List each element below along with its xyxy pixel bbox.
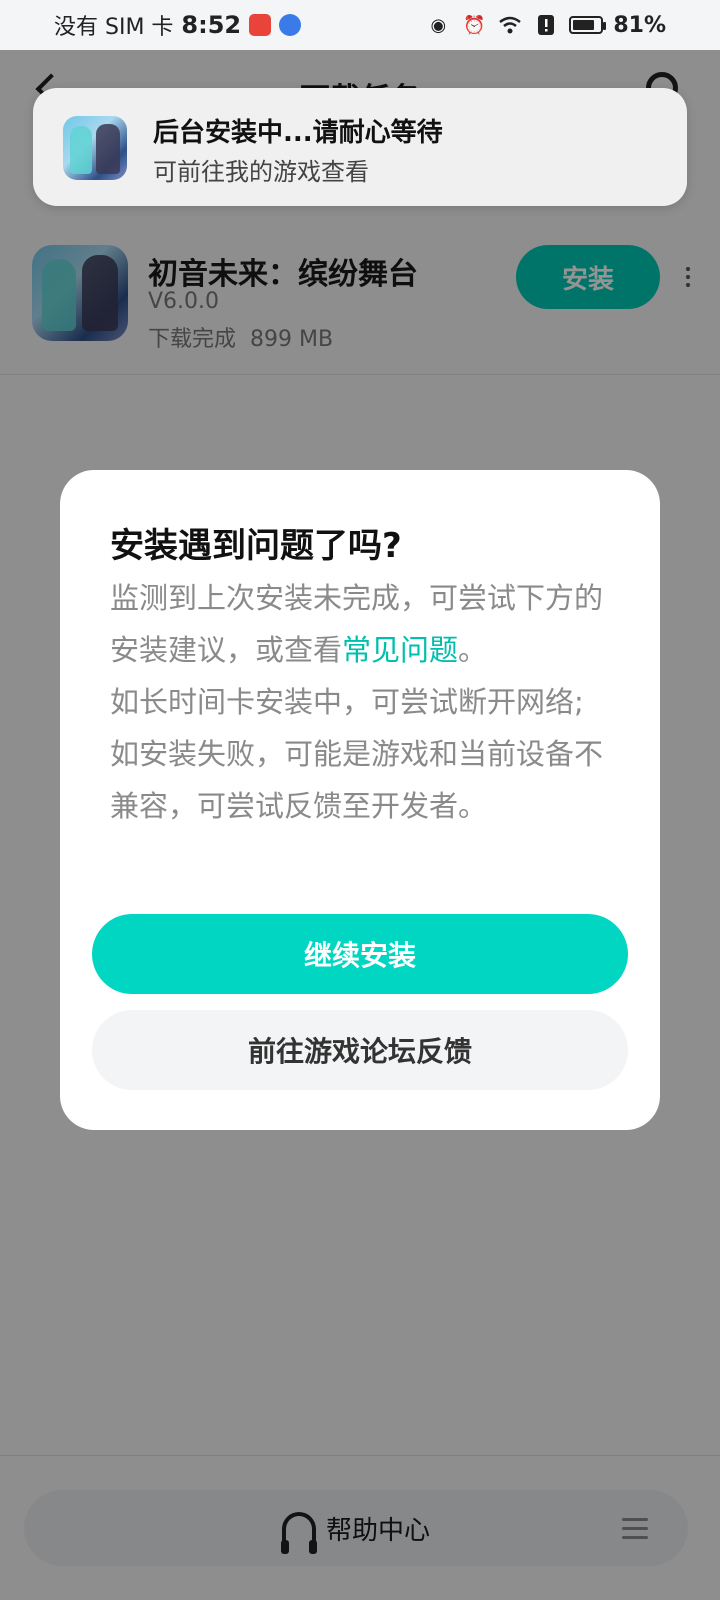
game-icon xyxy=(63,116,127,180)
status-bar: 没有 SIM 卡 8:52 ◉ ⏰ 81% xyxy=(0,0,720,50)
dialog-text: 。 xyxy=(458,633,488,667)
status-right: ◉ ⏰ 81% xyxy=(425,13,666,38)
notification-app-icon-2 xyxy=(279,14,302,36)
continue-install-button[interactable]: 继续安装 xyxy=(92,914,628,994)
dialog-body: 监测到上次安装未完成，可尝试下方的安装建议，或查看常见问题。 如长时间卡安装中，… xyxy=(110,572,610,832)
sim-alert-icon xyxy=(533,14,559,36)
install-toast[interactable]: 后台安装中...请耐心等待 可前往我的游戏查看 xyxy=(33,88,687,206)
clock: 8:52 xyxy=(181,11,242,39)
battery-icon xyxy=(569,16,607,34)
battery-percent: 81% xyxy=(613,12,666,38)
dialog-paragraph-3: 如安装失败，可能是游戏和当前设备不兼容，可尝试反馈至开发者。 xyxy=(110,737,604,823)
battery-level xyxy=(573,20,595,30)
toast-subtitle: 可前往我的游戏查看 xyxy=(153,158,369,186)
notification-app-icon xyxy=(249,14,272,36)
eye-icon: ◉ xyxy=(430,14,447,36)
dialog-paragraph-2: 如长时间卡安装中，可尝试断开网络; xyxy=(110,685,584,719)
alarm-icon: ⏰ xyxy=(463,14,486,36)
dialog-paragraph-1: 监测到上次安装未完成，可尝试下方的安装建议，或查看常见问题。 xyxy=(110,572,610,676)
faq-link[interactable]: 常见问题 xyxy=(342,633,458,667)
wifi-icon xyxy=(497,14,523,36)
forum-feedback-button[interactable]: 前往游戏论坛反馈 xyxy=(92,1010,628,1090)
dialog-title: 安装遇到问题了吗? xyxy=(110,526,402,566)
install-problem-dialog: 安装遇到问题了吗? 监测到上次安装未完成，可尝试下方的安装建议，或查看常见问题。… xyxy=(60,470,660,1130)
carrier-text: 没有 SIM 卡 xyxy=(54,15,174,40)
status-left: 没有 SIM 卡 8:52 xyxy=(54,9,302,41)
toast-title: 后台安装中...请耐心等待 xyxy=(153,118,443,148)
